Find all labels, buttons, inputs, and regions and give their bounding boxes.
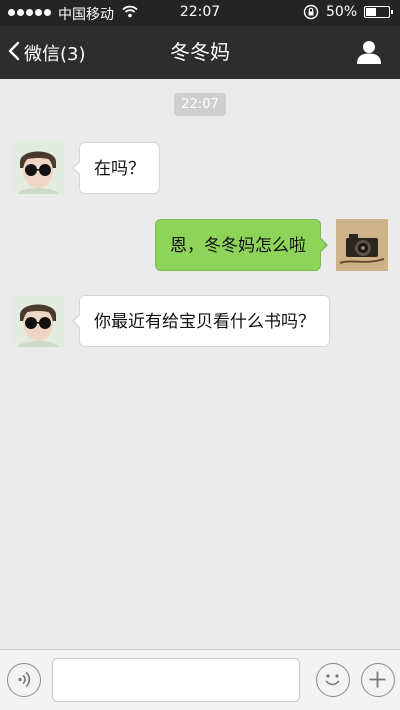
chat-title: 冬冬妈 (170, 40, 230, 64)
contact-avatar[interactable] (12, 142, 64, 194)
voice-button[interactable] (7, 663, 41, 697)
input-bar (0, 649, 400, 710)
my-avatar[interactable] (336, 219, 388, 271)
plus-icon (369, 671, 386, 688)
more-button[interactable] (361, 663, 395, 697)
battery-icon (364, 6, 393, 18)
voice-icon (18, 671, 31, 688)
status-bar: 中国移动 22:07 50% (0, 0, 400, 26)
incoming-message-bubble[interactable]: 在吗？ (72, 142, 160, 194)
message-text: 恩，冬冬妈怎么啦 (170, 236, 306, 256)
message-text: 你最近有给宝贝看什么书吗？ (94, 312, 315, 332)
person-icon (357, 41, 381, 64)
nav-bar: 微信(3) 冬冬妈 (0, 26, 400, 79)
contact-avatar[interactable] (12, 295, 64, 347)
incoming-message-bubble[interactable]: 你最近有给宝贝看什么书吗？ (72, 295, 330, 347)
battery-percent: 50% (326, 4, 358, 20)
emoji-button[interactable] (316, 663, 350, 697)
chat-area[interactable]: 22:07 在吗？ 恩，冬冬妈怎么啦 你最近有给宝贝看什么书吗？ (0, 79, 400, 649)
message-timestamp: 22:07 (174, 93, 226, 116)
message-text: 在吗？ (94, 159, 145, 179)
outgoing-message-bubble[interactable]: 恩，冬冬妈怎么啦 (155, 219, 328, 271)
rotation-lock-icon (303, 4, 319, 24)
message-input[interactable] (52, 658, 300, 702)
contact-info-button[interactable] (356, 39, 382, 65)
emoji-icon (325, 674, 340, 686)
